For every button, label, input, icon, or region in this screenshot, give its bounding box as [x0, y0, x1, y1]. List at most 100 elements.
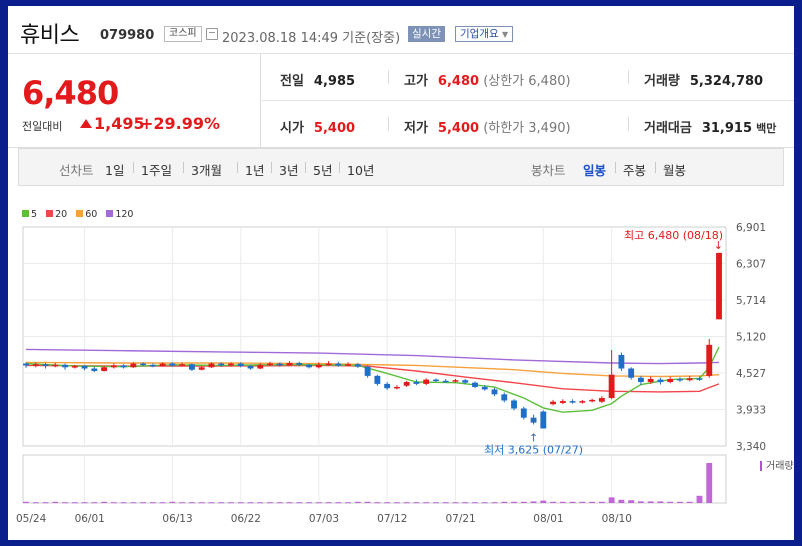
candle-body: [315, 364, 322, 368]
candle-body: [247, 366, 254, 369]
volume-bar: [374, 502, 381, 504]
quote-datetime: 2023.08.18 14:49 기준(장중): [222, 27, 400, 46]
candle-body: [618, 354, 625, 369]
tab-5y[interactable]: 5년: [313, 160, 332, 179]
candle-body: [696, 378, 703, 380]
candle-body: [296, 362, 303, 365]
volume-bar: [511, 501, 517, 503]
candle-body: [511, 400, 517, 409]
volume-bar: [335, 502, 342, 504]
chevron-down-icon: ▼: [501, 30, 509, 39]
candle-body: [208, 363, 215, 368]
candle-body: [472, 382, 478, 387]
legend-ma120: 120: [106, 209, 133, 220]
tab-separator: [133, 162, 134, 173]
low-annotation: 최저 3,625 (07/27): [484, 443, 583, 456]
quote-separator: [628, 117, 629, 131]
volume-bar: [81, 502, 88, 504]
candle-body: [637, 377, 644, 383]
quote-row-2: 시가 5,400 저가 5,400 (하한가 3,490) 거래대금 31,915 백…: [260, 101, 794, 148]
volume-bar: [198, 502, 205, 504]
volume-bar: [413, 502, 420, 504]
volume-bar: [628, 500, 635, 503]
candle-body: [647, 378, 654, 383]
candle-body: [413, 382, 420, 384]
amount-value: 31,915: [701, 121, 753, 136]
tab-monthly[interactable]: 월봉: [663, 160, 686, 179]
volume-bar: [149, 502, 156, 504]
legend-label: 5: [31, 209, 38, 220]
tab-3m[interactable]: 3개월: [191, 160, 222, 179]
candle-body: [608, 374, 615, 399]
stock-widget: 휴비스 079980 코스피 2023.08.18 14:49 기준(장중) 실…: [8, 6, 794, 540]
tab-10y[interactable]: 10년: [347, 160, 374, 179]
realtime-button[interactable]: 실시간: [408, 26, 445, 42]
candle-body: [23, 363, 29, 366]
high-label: 고가: [404, 74, 428, 89]
candle-body: [42, 364, 49, 367]
candle-body: [130, 363, 137, 368]
legend-swatch: [46, 210, 54, 217]
x-tick-label: 06/13: [162, 513, 192, 525]
volume-bar: [598, 501, 605, 503]
candle-body: [462, 380, 469, 383]
low-value: 5,400: [437, 121, 480, 136]
stock-header: 휴비스 079980 코스피 2023.08.18 14:49 기준(장중) 실…: [8, 6, 794, 54]
open-value: 5,400: [313, 121, 356, 136]
volume-legend-mark: [760, 461, 762, 471]
change-value: 1,495: [80, 114, 145, 133]
volume-bar: [608, 497, 615, 503]
candle-body: [81, 366, 88, 369]
volume-bar: [481, 502, 488, 504]
volume-bar: [442, 502, 449, 504]
legend-ma60: 60: [76, 209, 97, 220]
y-tick-label: 3,933: [736, 405, 766, 417]
x-tick-label: 08/10: [602, 513, 632, 525]
volume-bar: [276, 502, 283, 504]
volume-bar: [569, 501, 576, 503]
price-plot-frame: [22, 226, 727, 447]
volume-value: 5,324,780: [689, 74, 764, 89]
volume-bar: [247, 502, 254, 504]
tab-1y[interactable]: 1년: [245, 160, 264, 179]
tab-1d[interactable]: 1일: [105, 160, 124, 179]
tab-weekly[interactable]: 주봉: [623, 160, 646, 179]
volume-bar: [393, 502, 400, 504]
high-annotation: 최고 6,480 (08/18): [624, 229, 723, 242]
x-tick-label: 07/03: [309, 513, 339, 525]
prev-close: 전일 4,985: [280, 70, 355, 89]
up-arrow-icon: ↑: [529, 431, 538, 444]
volume-bar: [472, 502, 478, 504]
candle-body: [237, 363, 244, 367]
y-tick-label: 5,714: [736, 295, 766, 307]
legend-label: 60: [85, 209, 98, 220]
tab-1w[interactable]: 1주일: [141, 160, 172, 179]
volume-bar: [179, 502, 186, 504]
candle-body: [403, 382, 410, 386]
candle-body: [706, 344, 713, 376]
open-price: 시가 5,400: [280, 117, 355, 136]
legend-swatch: [76, 210, 84, 217]
candle-body: [550, 401, 556, 405]
candle-body: [335, 363, 342, 366]
legend-swatch: [106, 210, 114, 217]
volume-bar: [637, 501, 644, 503]
volume-bar: [159, 502, 166, 504]
volume-bar: [267, 502, 273, 504]
volume-bar: [354, 501, 361, 503]
company-info-button[interactable]: 기업개요 ▼: [455, 26, 514, 42]
tab-3y[interactable]: 3년: [279, 160, 298, 179]
volume-bar: [520, 501, 527, 503]
y-tick-label: 4,527: [736, 368, 766, 380]
prev-close-value: 4,985: [313, 74, 356, 89]
volume-bar: [696, 495, 703, 503]
amount-unit: 백만: [756, 122, 777, 135]
y-tick-label: 6,307: [736, 259, 766, 271]
ma120-line: [25, 348, 720, 365]
low-price: 저가 5,400 (하한가 3,490): [404, 117, 571, 136]
tab-daily[interactable]: 일봉: [583, 160, 606, 179]
candle-body: [501, 394, 508, 401]
candle-body: [481, 386, 488, 390]
volume-bar: [23, 501, 29, 503]
chart-tabs: 선차트 1일 1주일 3개월 1년 3년 5년 10년 봉차트 일봉 주봉 월봉: [18, 148, 784, 186]
